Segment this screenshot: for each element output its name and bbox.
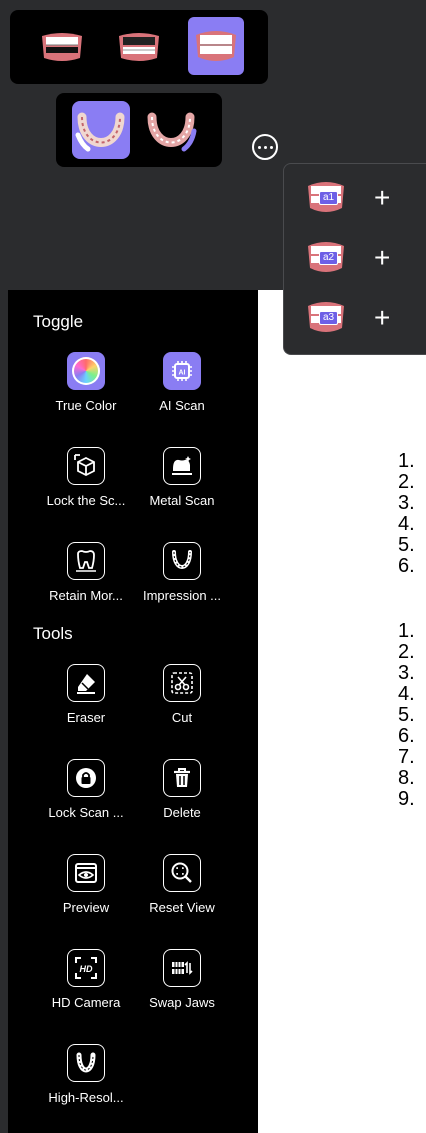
- scissors-icon: [163, 664, 201, 702]
- more-options-button[interactable]: [252, 134, 278, 160]
- both-jaws-button[interactable]: [188, 17, 244, 75]
- list-number: 2.: [398, 471, 415, 493]
- scan-slots-popup: a1 + a2 + a3 +: [283, 163, 426, 355]
- hd-camera-label: HD Camera: [51, 995, 121, 1010]
- list-number: 6.: [398, 725, 415, 747]
- list-number: 1.: [398, 620, 415, 642]
- both-jaws-icon: [196, 31, 236, 61]
- metal-tooth-icon: [163, 447, 201, 485]
- hd-camera-icon: HD: [67, 949, 105, 987]
- list-number: 5.: [398, 704, 415, 726]
- list-number: 4.: [398, 513, 415, 535]
- list-number: 1.: [398, 450, 415, 472]
- delete-tool[interactable]: Delete: [136, 759, 228, 835]
- impression-toggle[interactable]: Impression ...: [136, 542, 228, 618]
- ai-scan-toggle[interactable]: AI AI Scan: [136, 352, 228, 428]
- swap-jaws-label: Swap Jaws: [149, 995, 215, 1010]
- swap-jaws-icon: [163, 949, 201, 987]
- svg-text:HD: HD: [80, 964, 93, 974]
- hd-camera-tool[interactable]: HD HD Camera: [40, 949, 132, 1025]
- scan-slot-a3[interactable]: a3 +: [306, 298, 416, 338]
- color-wheel-icon: [67, 352, 105, 390]
- lower-arch-icon[interactable]: [142, 101, 200, 159]
- upper-arch-icon: [75, 112, 125, 152]
- slot-tag: a2: [319, 251, 339, 265]
- eraser-icon: [67, 664, 105, 702]
- lock-scan-label: Lock Scan ...: [48, 805, 124, 820]
- eye-icon: [67, 854, 105, 892]
- ai-scan-label: AI Scan: [159, 398, 205, 413]
- add-scan-button[interactable]: +: [374, 244, 390, 272]
- trash-icon: [163, 759, 201, 797]
- tools-heading: Tools: [33, 624, 73, 643]
- slot-tag: a1: [319, 191, 339, 205]
- list-number: 9.: [398, 788, 415, 810]
- side-panel-edge: [0, 290, 8, 1133]
- list-number: 6.: [398, 555, 415, 577]
- eraser-tool[interactable]: Eraser: [40, 664, 132, 740]
- impression-arch-icon: [163, 542, 201, 580]
- add-scan-button[interactable]: +: [374, 184, 390, 212]
- list-number: 3.: [398, 662, 415, 684]
- metal-scan-toggle[interactable]: Metal Scan: [136, 447, 228, 523]
- lock-the-scan-toggle[interactable]: Lock the Sc...: [40, 447, 132, 523]
- scan-slot-a2[interactable]: a2 +: [306, 238, 416, 278]
- high-resolution-tool[interactable]: High-Resol...: [40, 1044, 132, 1120]
- arch-selector: [56, 93, 222, 167]
- upper-jaw-icon[interactable]: [36, 28, 88, 66]
- lock-scan-tool[interactable]: Lock Scan ...: [40, 759, 132, 835]
- list-number: 8.: [398, 767, 415, 789]
- list-number: 4.: [398, 683, 415, 705]
- impression-label: Impression ...: [142, 588, 222, 603]
- lower-jaw-icon[interactable]: [113, 28, 165, 66]
- lock-icon: [67, 759, 105, 797]
- metal-scan-label: Metal Scan: [149, 493, 215, 508]
- reset-view-tool[interactable]: Reset View: [136, 854, 228, 930]
- cut-label: Cut: [171, 710, 193, 725]
- jaw-view-selector: [10, 10, 268, 84]
- slot-tag: a3: [319, 311, 339, 325]
- eraser-label: Eraser: [66, 710, 106, 725]
- reset-view-label: Reset View: [149, 900, 215, 915]
- tooth-outline-icon: [67, 542, 105, 580]
- svg-text:AI: AI: [179, 370, 186, 377]
- swap-jaws-tool[interactable]: Swap Jaws: [136, 949, 228, 1025]
- lock-cube-icon: [67, 447, 105, 485]
- delete-label: Delete: [163, 805, 201, 820]
- list-number: 2.: [398, 641, 415, 663]
- zoom-fit-icon: [163, 854, 201, 892]
- retain-more-toggle[interactable]: Retain Mor...: [40, 542, 132, 618]
- cut-tool[interactable]: Cut: [136, 664, 228, 740]
- lock-the-scan-label: Lock the Sc...: [46, 493, 126, 508]
- preview-tool[interactable]: Preview: [40, 854, 132, 930]
- list-number: 7.: [398, 746, 415, 768]
- ai-chip-icon: AI: [163, 352, 201, 390]
- true-color-label: True Color: [55, 398, 117, 413]
- scan-slot-a1[interactable]: a1 +: [306, 178, 416, 218]
- true-color-toggle[interactable]: True Color: [40, 352, 132, 428]
- upper-arch-button[interactable]: [72, 101, 130, 159]
- add-scan-button[interactable]: +: [374, 304, 390, 332]
- high-res-arch-icon: [67, 1044, 105, 1082]
- list-number: 5.: [398, 534, 415, 556]
- list-number: 3.: [398, 492, 415, 514]
- preview-label: Preview: [62, 900, 110, 915]
- high-resolution-label: High-Resol...: [48, 1090, 124, 1105]
- retain-more-label: Retain Mor...: [49, 588, 123, 603]
- toggle-heading: Toggle: [33, 312, 84, 331]
